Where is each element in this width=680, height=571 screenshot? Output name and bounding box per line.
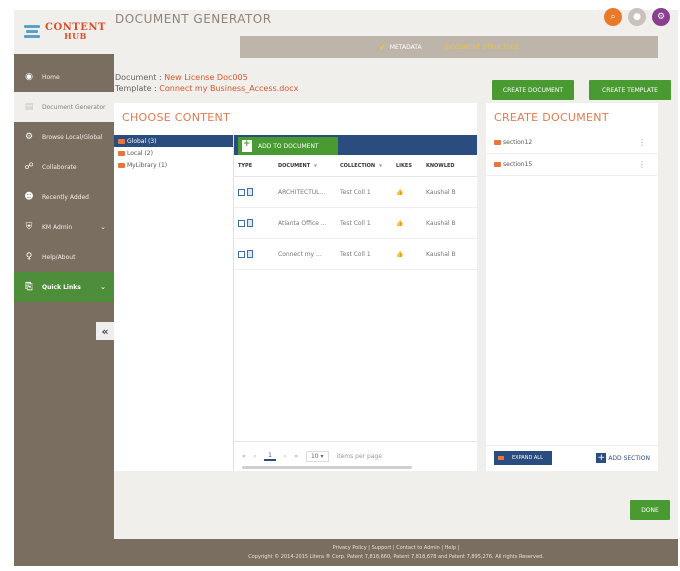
sidebar-item-recently-added[interactable]: ☻ Recently Added	[14, 182, 114, 212]
choose-content-title: CHOOSE CONTENT	[122, 111, 231, 124]
tree-item-local[interactable]: Local (2)	[114, 147, 233, 159]
next-page-icon[interactable]: ›	[284, 453, 286, 460]
gear-icon: ⚙	[24, 132, 34, 142]
section-item[interactable]: section12 ⋮	[486, 132, 658, 154]
sidebar-item-km-admin[interactable]: ⛨ KM Admin ⌄	[14, 212, 114, 242]
like-icon[interactable]: 👍	[392, 189, 422, 196]
per-page-label: items per page	[336, 453, 382, 460]
sidebar-item-collaborate[interactable]: ☍ Collaborate	[14, 152, 114, 182]
logo-icon	[24, 25, 40, 39]
document-icon: ▤	[24, 102, 34, 112]
link-icon: ⎘	[25, 282, 33, 292]
users-icon: ☻	[24, 192, 34, 202]
header-actions: ⌕ ● ⚙	[604, 8, 670, 26]
choose-content-panel: CHOOSE CONTENT Global (3) Local (2) MyLi…	[114, 103, 477, 471]
add-section-button[interactable]: + ADD SECTION	[596, 451, 650, 465]
word-document-icon	[247, 219, 253, 227]
folder-icon	[118, 138, 125, 144]
step-document-structure[interactable]: DOCUMENT STRUCTURE	[446, 44, 519, 51]
sidebar: CONTENT HUB ◉ Home ▤ Document Generator …	[14, 10, 114, 566]
last-page-icon[interactable]: »	[294, 453, 298, 460]
plus-icon: +	[596, 453, 607, 463]
folder-icon	[118, 150, 125, 156]
logo[interactable]: CONTENT HUB	[14, 10, 114, 54]
first-page-icon[interactable]: «	[242, 453, 246, 460]
word-document-icon	[247, 188, 253, 196]
logo-line2: HUB	[64, 31, 87, 41]
search-icon[interactable]: ⌕	[604, 8, 622, 26]
row-checkbox[interactable]	[238, 188, 245, 196]
expand-all-button[interactable]: EXPAND ALL	[494, 451, 552, 465]
sidebar-collapse-button[interactable]: «	[96, 322, 114, 340]
add-to-document-button[interactable]: ADD TO DOCUMENT	[238, 137, 338, 155]
current-page[interactable]: 1	[264, 452, 276, 461]
table-row[interactable]: Connect my ... Test Coll 1 👍 Kaushal B	[234, 239, 477, 270]
like-icon[interactable]: 👍	[392, 220, 422, 227]
footer-copyright: Copyright © 2014-2015 Litera ® Corp. Pat…	[248, 554, 544, 560]
dashboard-icon: ◉	[25, 72, 33, 82]
folder-icon	[494, 162, 501, 167]
tree-item-global[interactable]: Global (3)	[114, 135, 233, 147]
step-metadata[interactable]: ✔ METADATA	[379, 43, 421, 52]
folder-icon	[494, 140, 501, 145]
section-item[interactable]: section15 ⋮	[486, 154, 658, 176]
page-title: DOCUMENT GENERATOR	[115, 12, 272, 26]
sidebar-item-quick-links[interactable]: ⎘ Quick Links ⌄	[14, 272, 114, 302]
create-document-title: CREATE DOCUMENT	[494, 111, 609, 124]
folder-icon	[498, 456, 504, 460]
more-options-icon[interactable]: ⋮	[638, 160, 646, 169]
filter-icon[interactable]: ⩔	[314, 163, 317, 169]
chevron-down-icon: ⌄	[100, 223, 106, 231]
table-header: TYPE DOCUMENT ⩔ COLLECTION ⩔ LIKES KNOWLED	[234, 155, 477, 177]
document-name: New License Doc005	[164, 73, 248, 82]
library-tree: Global (3) Local (2) MyLibrary (1)	[114, 135, 234, 471]
tree-item-mylibrary[interactable]: MyLibrary (1)	[114, 159, 233, 171]
sidebar-nav: ◉ Home ▤ Document Generator ⚙ Browse Loc…	[14, 54, 114, 302]
like-icon[interactable]: 👍	[392, 251, 422, 258]
avatar[interactable]: ●	[628, 8, 646, 26]
table-row[interactable]: Atlanta Office ... Test Coll 1 👍 Kaushal…	[234, 208, 477, 239]
table-row[interactable]: ARCHITECTUL... Test Coll 1 👍 Kaushal B	[234, 177, 477, 208]
folder-icon	[118, 162, 125, 168]
pagination: « ‹ 1 › » 10 ▾ items per page	[234, 441, 477, 471]
shield-icon: ⛨	[25, 222, 33, 232]
chevron-down-icon: ⌄	[100, 283, 106, 291]
per-page-select[interactable]: 10 ▾	[305, 451, 329, 462]
add-document-icon	[242, 139, 252, 152]
footer-links[interactable]: Privacy Policy | Support | Contact to Ad…	[114, 544, 678, 553]
row-checkbox[interactable]	[238, 219, 245, 227]
word-document-icon	[247, 250, 253, 258]
lightbulb-icon: ♀	[25, 252, 33, 262]
create-template-button[interactable]: CREATE TEMPLATE	[589, 80, 671, 100]
prev-page-icon[interactable]: ‹	[254, 453, 256, 460]
create-document-panel: CREATE DOCUMENT section12 ⋮ section15 ⋮ …	[486, 103, 658, 471]
filter-icon[interactable]: ⩔	[379, 163, 382, 169]
row-checkbox[interactable]	[238, 250, 245, 258]
document-info: Document : New License Doc005 Template :…	[115, 73, 299, 93]
sidebar-item-document-generator[interactable]: ▤ Document Generator	[14, 92, 114, 122]
footer: Privacy Policy | Support | Contact to Ad…	[114, 539, 678, 566]
document-table: ADD TO DOCUMENT TYPE DOCUMENT⩔ COLLECTIO…	[234, 135, 477, 471]
template-name: Connect my Business_Access.docx	[159, 84, 299, 93]
sidebar-item-help[interactable]: ♀ Help/About	[14, 242, 114, 272]
step-bar: ✔ METADATA DOCUMENT STRUCTURE	[240, 36, 658, 58]
horizontal-scrollbar[interactable]	[242, 466, 412, 469]
settings-icon[interactable]: ⚙	[652, 8, 670, 26]
check-icon: ✔	[379, 42, 386, 52]
done-button[interactable]: DONE	[630, 500, 670, 520]
sidebar-item-home[interactable]: ◉ Home	[14, 62, 114, 92]
sidebar-item-browse[interactable]: ⚙ Browse Local/Global	[14, 122, 114, 152]
more-options-icon[interactable]: ⋮	[638, 138, 646, 147]
people-icon: ☍	[24, 162, 34, 172]
create-document-button[interactable]: CREATE DOCUMENT	[492, 80, 574, 100]
